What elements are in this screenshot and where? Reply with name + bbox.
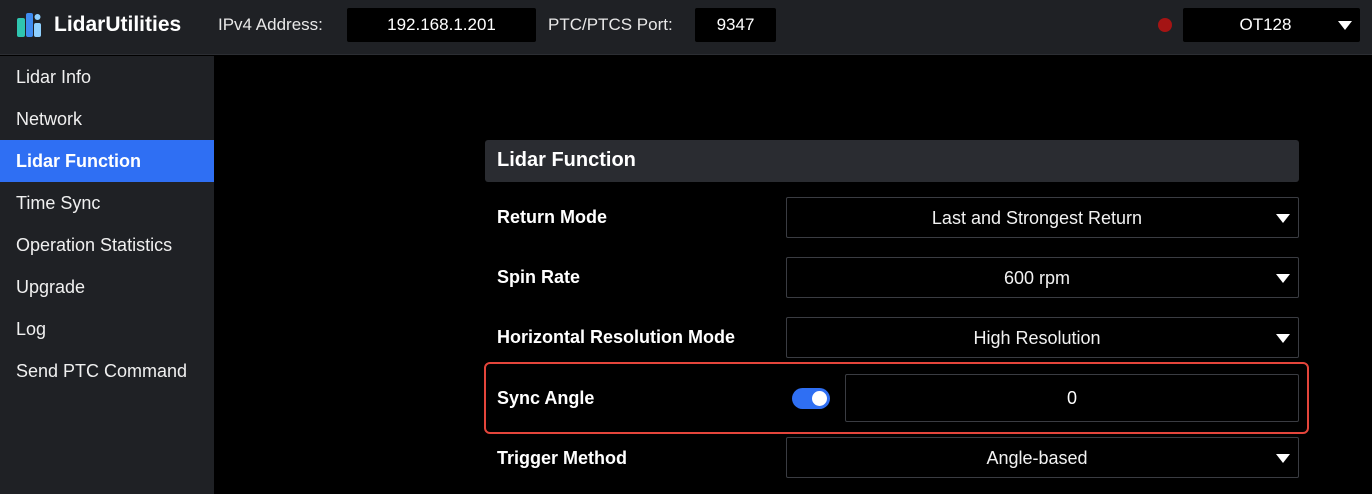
- spin-rate-select[interactable]: 600 rpm: [786, 257, 1299, 298]
- chevron-down-icon: [1338, 21, 1352, 30]
- panel-title: Lidar Function: [497, 149, 636, 171]
- chevron-down-icon: [1276, 274, 1290, 283]
- sync-angle-toggle[interactable]: [792, 388, 830, 409]
- lidar-model-value: OT128: [1239, 15, 1292, 34]
- ipv4-address-label: IPv4 Address:: [218, 15, 323, 34]
- return-mode-value: Last and Strongest Return: [931, 208, 1143, 228]
- lidar-utilities-logo-icon: [17, 13, 41, 37]
- ipv4-address-input[interactable]: 192.168.1.201: [347, 8, 536, 42]
- sync-angle-input[interactable]: 0: [845, 374, 1299, 422]
- trigger-method-value: Angle-based: [986, 448, 1088, 468]
- return-mode-label: Return Mode: [497, 207, 607, 227]
- horizontal-resolution-value: High Resolution: [973, 328, 1101, 348]
- trigger-method-label: Trigger Method: [497, 448, 627, 468]
- toggle-knob: [812, 391, 827, 406]
- connection-status-indicator: [1158, 18, 1172, 32]
- chevron-down-icon: [1276, 214, 1290, 223]
- ptc-port-input[interactable]: 9347: [695, 8, 776, 42]
- horizontal-resolution-select[interactable]: High Resolution: [786, 317, 1299, 358]
- return-mode-select[interactable]: Last and Strongest Return: [786, 197, 1299, 238]
- top-bar: LidarUtilities IPv4 Address: 192.168.1.2…: [0, 0, 1372, 55]
- sidebar-item-send-ptc-command[interactable]: Send PTC Command: [0, 350, 214, 392]
- spin-rate-value: 600 rpm: [1003, 268, 1071, 288]
- chevron-down-icon: [1276, 334, 1290, 343]
- lidar-function-panel-header: Lidar Function: [485, 140, 1299, 182]
- sync-angle-label: Sync Angle: [497, 388, 595, 408]
- spin-rate-label: Spin Rate: [497, 267, 581, 287]
- sidebar-item-network[interactable]: Network: [0, 98, 214, 140]
- sidebar-item-log[interactable]: Log: [0, 308, 214, 350]
- sidebar-item-operation-statistics[interactable]: Operation Statistics: [0, 224, 214, 266]
- trigger-method-select[interactable]: Angle-based: [786, 437, 1299, 478]
- sidebar-item-lidar-function[interactable]: Lidar Function: [0, 140, 214, 182]
- lidar-model-select[interactable]: OT128: [1183, 8, 1360, 42]
- sidebar-item-lidar-info[interactable]: Lidar Info: [0, 56, 214, 98]
- sidebar-nav: Lidar Info Network Lidar Function Time S…: [0, 56, 214, 494]
- horizontal-resolution-label: Horizontal Resolution Mode: [497, 327, 735, 347]
- chevron-down-icon: [1276, 454, 1290, 463]
- sidebar-item-time-sync[interactable]: Time Sync: [0, 182, 214, 224]
- app-title: LidarUtilities: [54, 13, 182, 36]
- sidebar-item-upgrade[interactable]: Upgrade: [0, 266, 214, 308]
- ptc-port-label: PTC/PTCS Port:: [548, 15, 673, 34]
